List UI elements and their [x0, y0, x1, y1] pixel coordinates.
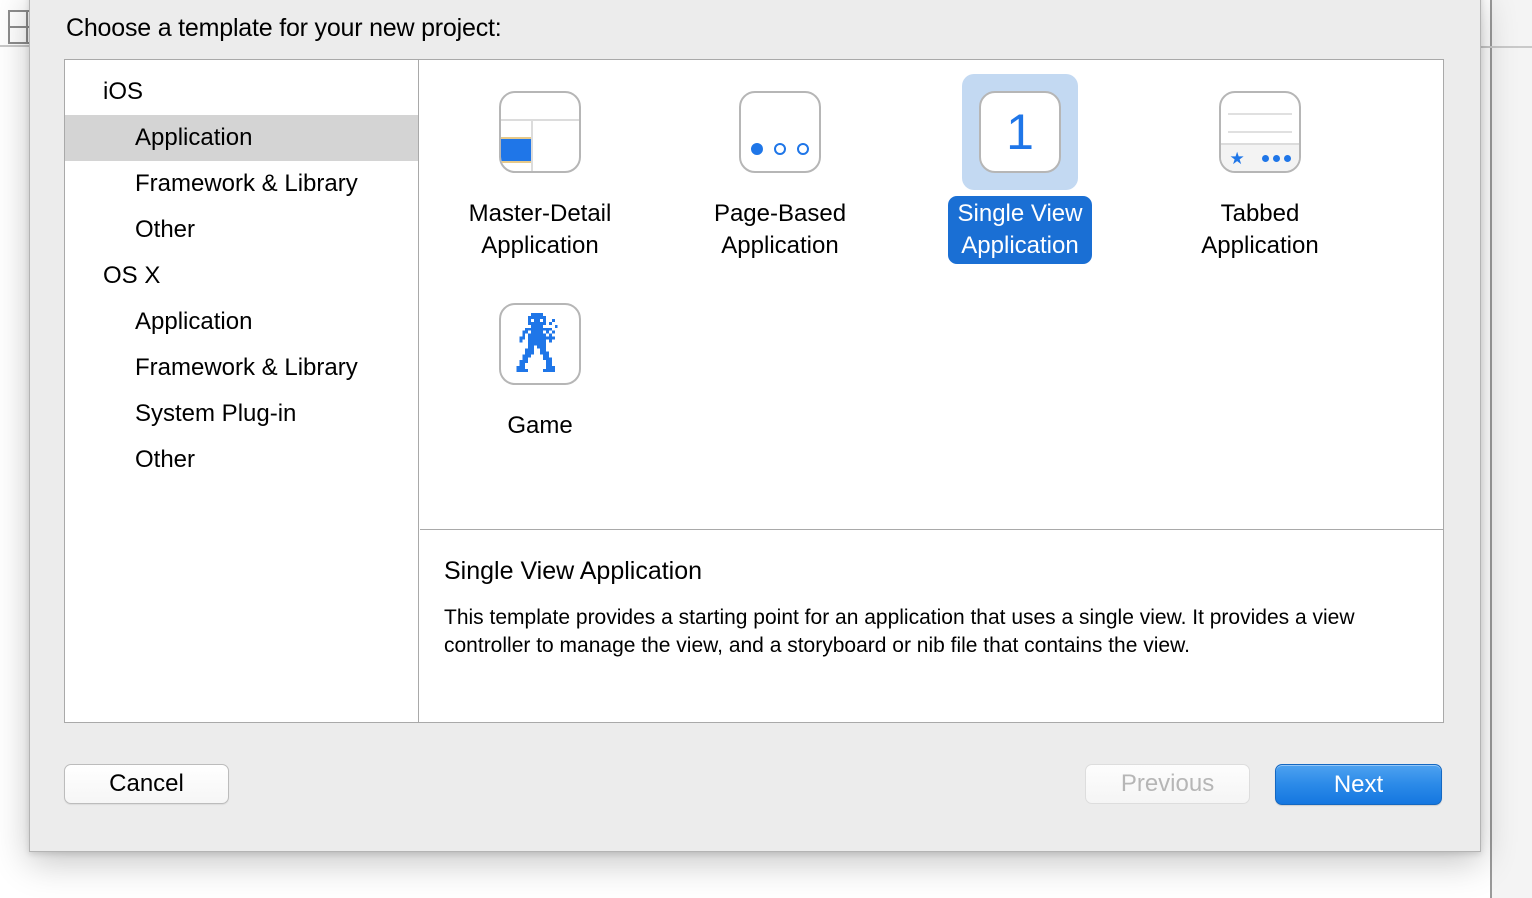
tabbed-list-line: [1228, 113, 1292, 115]
template-item[interactable]: 1 Single View Application: [900, 74, 1140, 286]
new-project-template-dialog: Choose a template for your new project: …: [29, 0, 1481, 852]
tabbed-icon: ★: [1219, 91, 1301, 173]
template-icon-container: [722, 74, 838, 190]
template-grid: Master-Detail Application Page-Based Appl…: [420, 74, 1443, 498]
master-detail-icon-part: [530, 119, 533, 171]
single-view-number: 1: [1006, 104, 1034, 160]
more-dots-icon: [1261, 154, 1291, 162]
page-dot-icon: [774, 143, 786, 155]
more-dot: [1283, 154, 1291, 162]
sidebar-item[interactable]: Other: [65, 437, 418, 483]
page-dot-icon: [751, 143, 763, 155]
template-label: Page-Based Application: [713, 200, 847, 259]
page-dots: [741, 143, 819, 155]
template-icon-container: [482, 286, 598, 402]
tabbed-list-line: [1228, 131, 1292, 133]
sidebar-item[interactable]: OS X: [65, 253, 418, 299]
tab-bar: ★: [1221, 143, 1299, 171]
platform-category-sidebar[interactable]: iOS Application Framework & Library Other OS…: [65, 60, 419, 722]
template-icon-container: [482, 74, 598, 190]
single-view-icon: 1: [979, 91, 1061, 173]
template-description-pane: Single View Application This template pr…: [420, 531, 1443, 722]
template-item[interactable]: Master-Detail Application: [420, 74, 660, 286]
sidebar-item[interactable]: Framework & Library: [65, 345, 418, 391]
sidebar-item[interactable]: Application: [65, 299, 418, 345]
dialog-title: Choose a template for your new project:: [66, 14, 502, 42]
template-item[interactable]: Page-Based Application: [660, 74, 900, 286]
master-detail-icon-part: [501, 161, 531, 163]
sidebar-item[interactable]: System Plug-in: [65, 391, 418, 437]
master-detail-icon-part: [501, 139, 531, 161]
next-button[interactable]: Next: [1275, 764, 1442, 805]
more-dot: [1272, 154, 1280, 162]
template-chooser-content: iOS Application Framework & Library Other OS…: [64, 59, 1444, 723]
template-grid-pane: Master-Detail Application Page-Based Appl…: [420, 60, 1443, 530]
template-label: Tabbed Application: [1201, 200, 1319, 259]
template-label: Single View Application: [947, 196, 1093, 264]
template-icon-container: ★: [1202, 74, 1318, 190]
sidebar-item[interactable]: Application: [65, 115, 418, 161]
master-detail-icon-part: [501, 119, 579, 121]
template-item[interactable]: Game: [420, 286, 660, 498]
template-label: Game: [507, 412, 573, 439]
star-icon: ★: [1229, 148, 1245, 168]
template-item[interactable]: ★ Tabbed Application: [1140, 74, 1380, 286]
background-icon: [8, 26, 28, 44]
sidebar-item[interactable]: iOS: [65, 69, 418, 115]
cancel-button[interactable]: Cancel: [64, 764, 229, 804]
page-dot-icon: [797, 143, 809, 155]
background-panel: [1492, 0, 1532, 898]
description-body: This template provides a starting point …: [444, 606, 1355, 657]
sidebar-item[interactable]: Framework & Library: [65, 161, 418, 207]
template-icon-container: 1: [962, 74, 1078, 190]
more-dot: [1261, 154, 1269, 162]
previous-button[interactable]: Previous: [1085, 764, 1250, 804]
master-detail-icon: [499, 91, 581, 173]
sidebar-item[interactable]: Other: [65, 207, 418, 253]
description-title: Single View Application: [444, 557, 703, 585]
template-label: Master-Detail Application: [468, 200, 612, 259]
game-robot-icon: [499, 303, 581, 385]
page-based-icon: [739, 91, 821, 173]
game-robot-icon: [516, 313, 558, 373]
